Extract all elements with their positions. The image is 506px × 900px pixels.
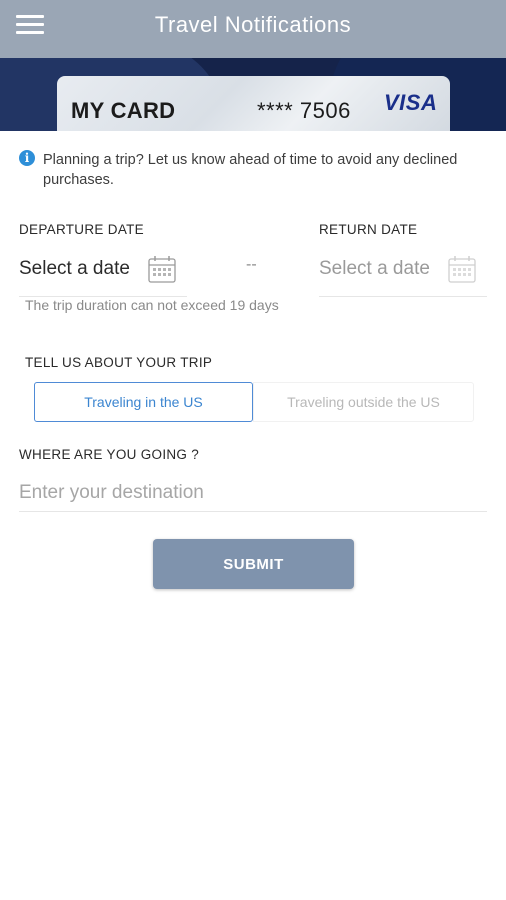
return-date-label: RETURN DATE [319, 222, 418, 237]
credit-card: MY CARD **** 7506 VISA [57, 76, 450, 131]
travel-notifications-screen: Travel Notifications MY CARD **** 7506 V… [0, 0, 506, 900]
trip-duration-hint: The trip duration can not exceed 19 days [25, 297, 279, 313]
toggle-traveling-outside-us[interactable]: Traveling outside the US [253, 382, 474, 422]
page-title: Travel Notifications [154, 12, 352, 37]
return-date-value: Select a date [319, 258, 430, 279]
departure-date-value: Select a date [19, 258, 130, 279]
departure-date-field[interactable]: Select a date [19, 246, 187, 297]
return-date-field[interactable]: Select a date [319, 246, 487, 297]
departure-date-label: DEPARTURE DATE [19, 222, 144, 237]
card-name: MY CARD [71, 98, 176, 123]
visa-logo: VISA [384, 90, 438, 115]
info-text: Planning a trip? Let us know ahead of ti… [43, 152, 458, 188]
trip-type-label: TELL US ABOUT YOUR TRIP [25, 355, 213, 370]
submit-button[interactable]: SUBMIT [153, 539, 354, 589]
card-banner: MY CARD **** 7506 VISA [0, 58, 506, 131]
calendar-icon [148, 256, 176, 283]
card-number: **** 7506 [257, 98, 351, 123]
calendar-icon [448, 256, 476, 283]
toggle-traveling-in-us[interactable]: Traveling in the US [34, 382, 253, 422]
destination-label: WHERE ARE YOU GOING ? [19, 447, 200, 462]
destination-input[interactable] [19, 475, 487, 512]
app-header: Travel Notifications [0, 0, 506, 58]
info-icon: i [19, 150, 35, 166]
date-separator: -- [246, 256, 257, 273]
